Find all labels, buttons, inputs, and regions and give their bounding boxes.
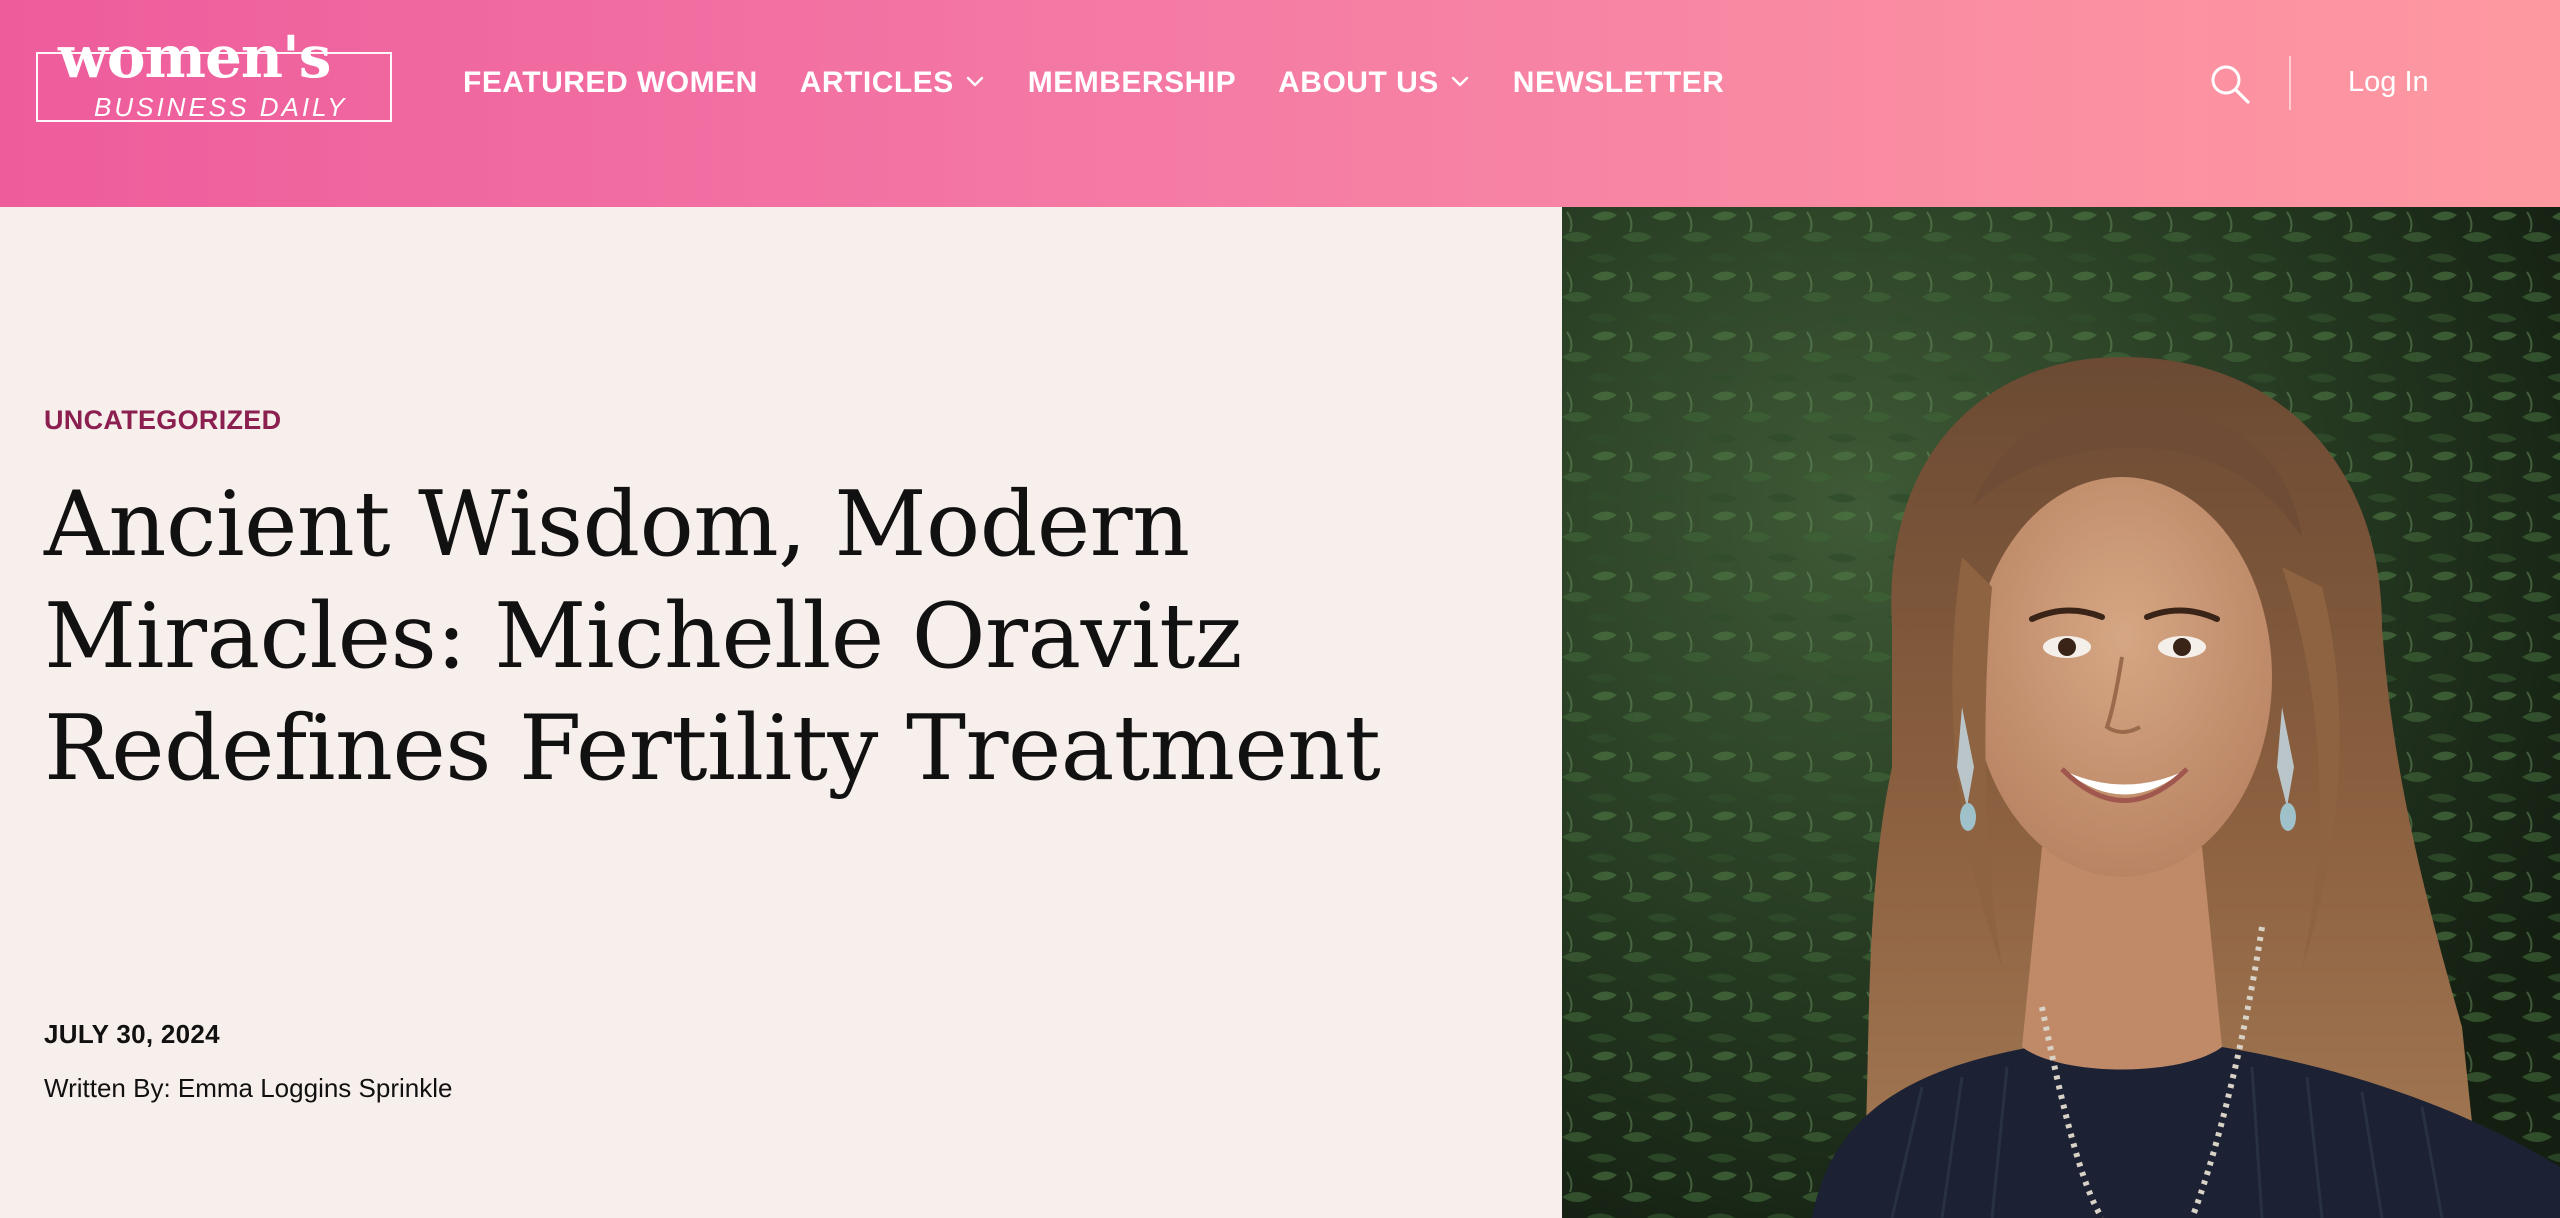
logo-subtitle: BUSINESS DAILY xyxy=(94,92,348,122)
chevron-down-icon xyxy=(966,76,983,87)
nav-item-label: ARTICLES xyxy=(799,66,954,99)
nav-item-about-us[interactable]: ABOUT US xyxy=(1278,66,1471,100)
logo-wordmark: women's xyxy=(58,23,331,91)
nav-item-articles[interactable]: ARTICLES xyxy=(800,66,986,100)
site-logo[interactable]: women's BUSINESS DAILY xyxy=(36,23,394,122)
portrait-photo xyxy=(1562,207,2560,1218)
login-link[interactable]: Log In xyxy=(2348,66,2429,99)
article-title: Ancient Wisdom, Modern Miracles: Michell… xyxy=(44,472,1381,801)
nav-item-label: ABOUT US xyxy=(1278,66,1439,99)
main-nav: FEATURED WOMEN ARTICLES MEMBERSHIP ABOUT… xyxy=(463,63,1766,103)
article-hero: UNCATEGORIZED Ancient Wisdom, Modern Mir… xyxy=(0,207,1562,1218)
chevron-down-icon xyxy=(1451,76,1468,87)
search-icon[interactable] xyxy=(2208,62,2252,106)
site-header: women's BUSINESS DAILY FEATURED WOMEN AR… xyxy=(0,0,2560,207)
nav-item-membership[interactable]: MEMBERSHIP xyxy=(1028,66,1236,100)
nav-item-label: FEATURED WOMEN xyxy=(463,66,758,99)
nav-item-featured-women[interactable]: FEATURED WOMEN xyxy=(463,66,758,100)
featured-image xyxy=(1562,207,2560,1218)
nav-item-newsletter[interactable]: NEWSLETTER xyxy=(1513,66,1725,100)
category-link[interactable]: UNCATEGORIZED xyxy=(44,405,281,436)
nav-item-label: MEMBERSHIP xyxy=(1027,66,1237,99)
publish-date: JULY 30, 2024 xyxy=(44,1019,220,1049)
nav-item-label: NEWSLETTER xyxy=(1512,66,1725,99)
author-byline: Written By: Emma Loggins Sprinkle xyxy=(44,1073,453,1103)
header-divider xyxy=(2289,56,2291,110)
